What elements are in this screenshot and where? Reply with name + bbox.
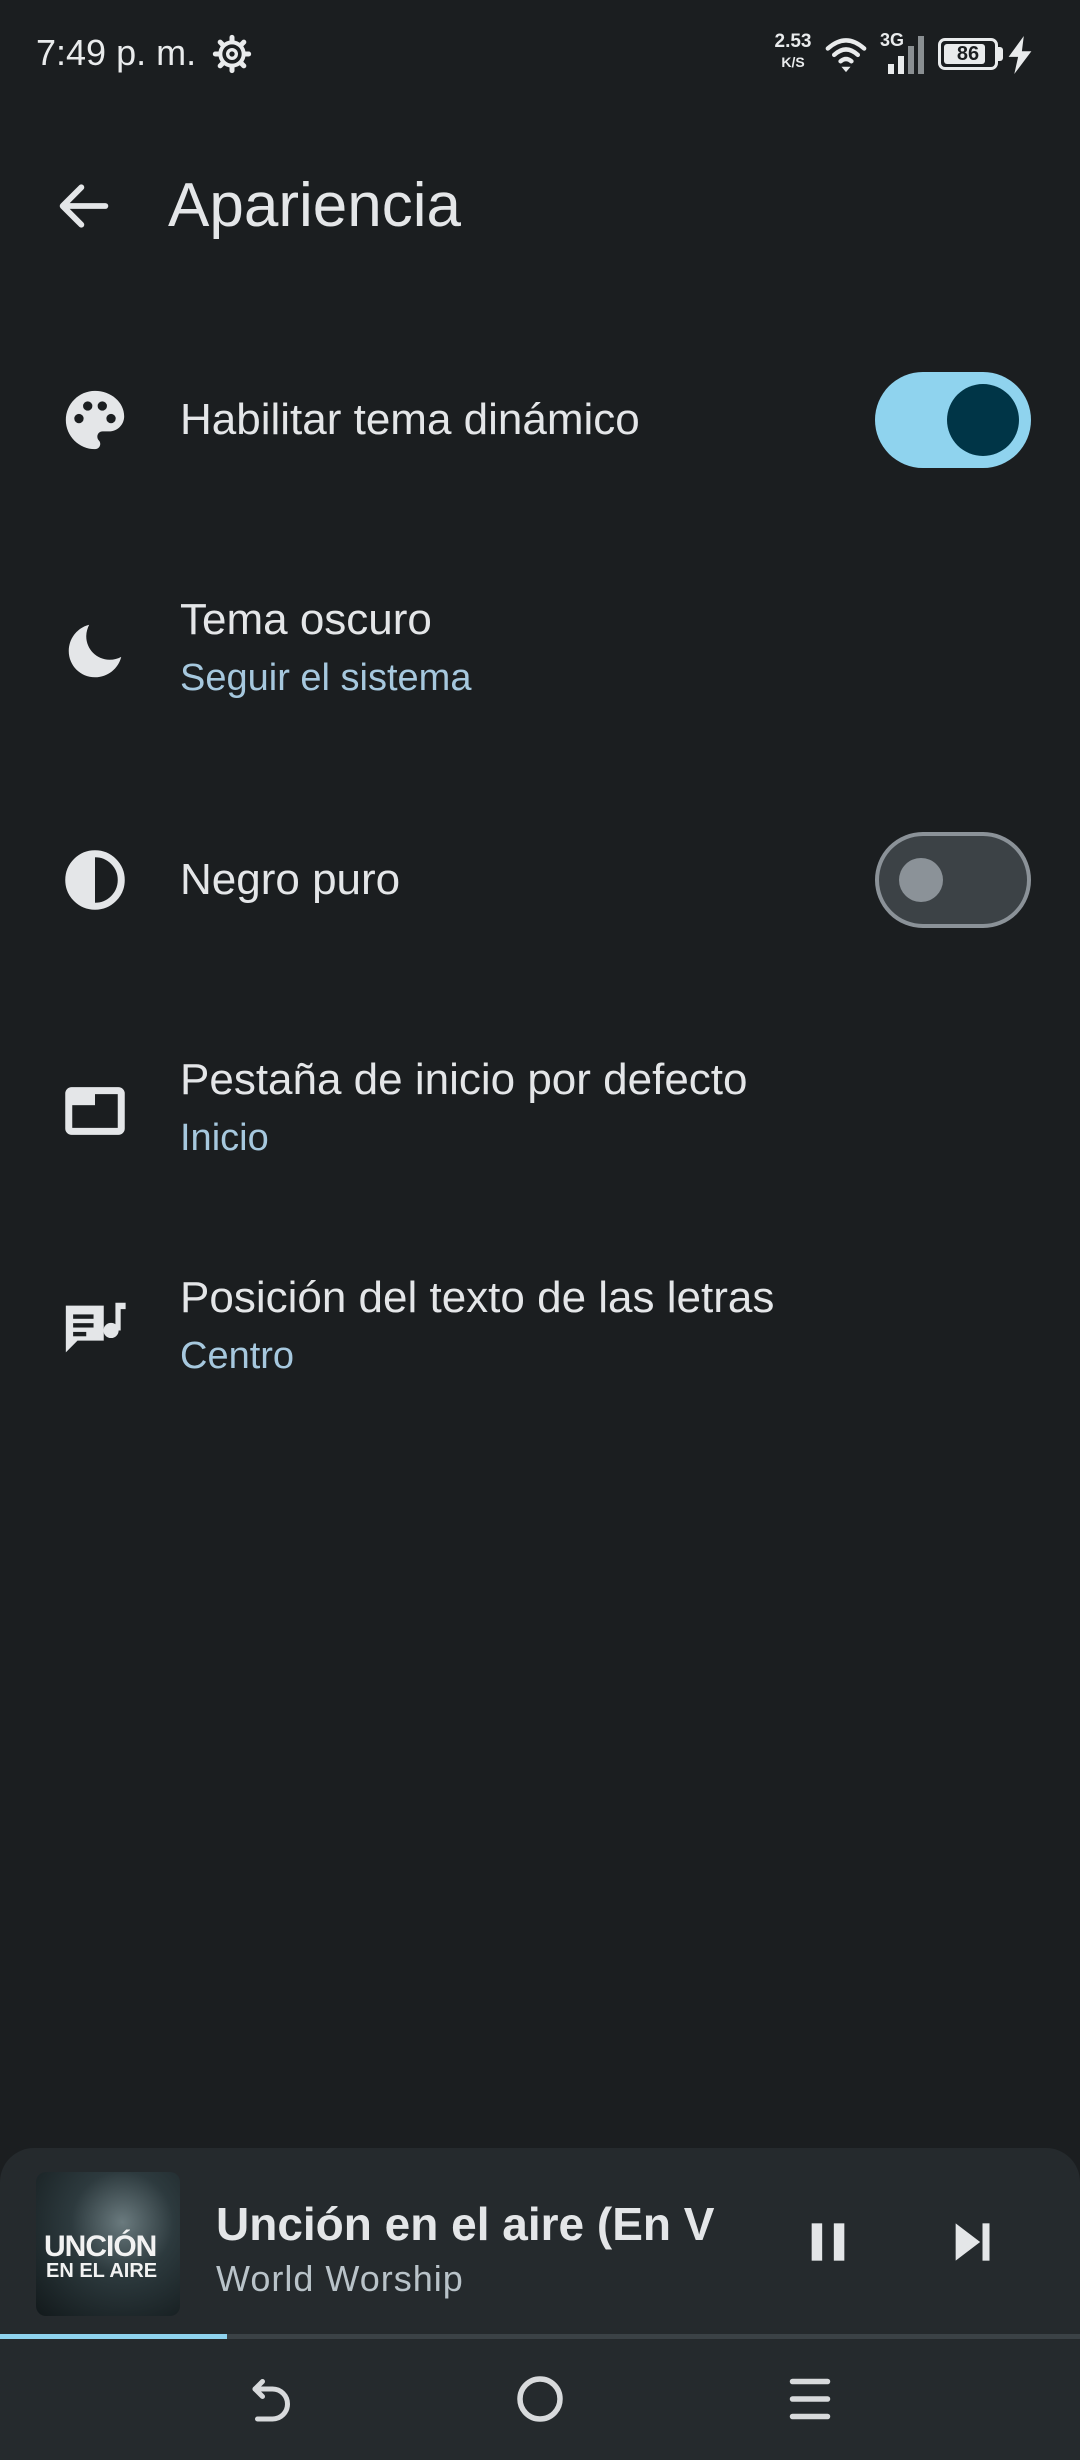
setting-label: Habilitar tema dinámico xyxy=(180,395,640,444)
contrast-icon xyxy=(65,850,125,910)
battery-tip xyxy=(998,47,1003,61)
arrow-back-icon[interactable] xyxy=(52,174,116,238)
toggle-knob xyxy=(947,384,1019,456)
setting-label: Pestaña de inicio por defecto xyxy=(180,1055,748,1104)
page-title: Apariencia xyxy=(168,171,461,240)
system-nav-bar xyxy=(0,2339,1080,2460)
status-time: 7:49 p. m. xyxy=(36,32,197,73)
battery-icon: 86 xyxy=(938,38,998,70)
nav-recents-icon[interactable] xyxy=(780,2369,840,2429)
toggle-knob xyxy=(899,858,943,902)
tab-icon xyxy=(65,1087,125,1135)
settings-gear-icon xyxy=(212,34,252,74)
setting-value: Seguir el sistema xyxy=(180,657,472,699)
dynamic-theme-toggle[interactable] xyxy=(875,372,1031,468)
moon-icon xyxy=(68,624,122,678)
setting-lyrics-position[interactable]: Posición del texto de las letras Centro xyxy=(0,1258,1080,1398)
pure-black-toggle[interactable] xyxy=(875,832,1031,928)
song-artist: World Worship xyxy=(216,2258,464,2299)
app-bar: Apariencia xyxy=(0,150,1080,270)
setting-value: Inicio xyxy=(180,1117,269,1159)
nav-home-icon[interactable] xyxy=(510,2369,570,2429)
setting-pure-black[interactable]: Negro puro xyxy=(0,820,1080,940)
setting-label: Posición del texto de las letras xyxy=(180,1273,775,1322)
skip-next-icon[interactable] xyxy=(944,2212,1000,2272)
palette-icon xyxy=(65,390,125,450)
pause-icon[interactable] xyxy=(800,2212,856,2272)
signal-icon xyxy=(888,36,924,74)
setting-label: Tema oscuro xyxy=(180,595,432,644)
setting-default-tab[interactable]: Pestaña de inicio por defecto Inicio xyxy=(0,1040,1080,1180)
song-title: Unción en el aire (En V xyxy=(216,2198,715,2250)
setting-dark-theme[interactable]: Tema oscuro Seguir el sistema xyxy=(0,580,1080,720)
network-speed: 2.53 K/S xyxy=(774,31,812,71)
setting-dynamic-theme[interactable]: Habilitar tema dinámico xyxy=(0,360,1080,480)
setting-label: Negro puro xyxy=(180,855,401,904)
album-artwork[interactable]: UNCIÓN EN EL AIRE xyxy=(36,2172,180,2316)
lyrics-icon xyxy=(65,1302,126,1353)
nav-back-icon[interactable] xyxy=(240,2369,300,2429)
mini-player[interactable]: UNCIÓN EN EL AIRE Unción en el aire (En … xyxy=(0,2148,1080,2338)
wifi-icon xyxy=(825,38,867,73)
charging-icon xyxy=(1008,36,1032,74)
status-bar: 7:49 p. m. 2.53 K/S 3G 86 xyxy=(0,0,1080,110)
setting-value: Centro xyxy=(180,1335,295,1377)
